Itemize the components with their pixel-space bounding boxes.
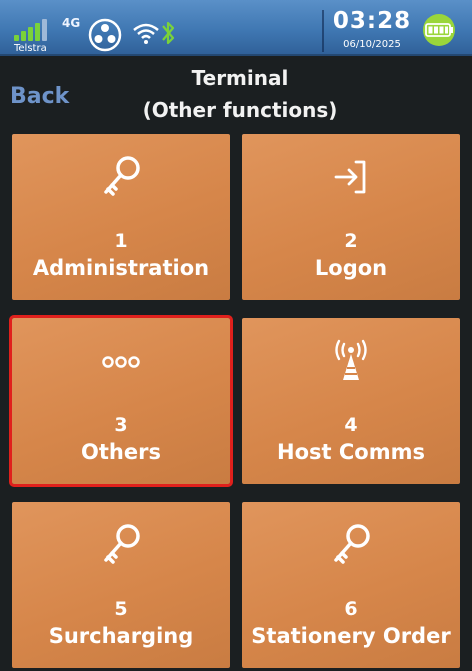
key-icon — [104, 524, 140, 564]
status-divider — [322, 10, 324, 52]
menu-tile-number: 3 — [114, 414, 128, 436]
menu-tile-logon[interactable]: 2 Logon — [242, 134, 460, 300]
signal-icon — [14, 19, 54, 41]
page-subtitle: (Other functions) — [142, 98, 338, 122]
key-icon — [334, 524, 370, 564]
date: 06/10/2025 — [343, 39, 401, 50]
more-icon — [102, 356, 140, 368]
battery-icon — [423, 14, 455, 46]
menu-tile-label: Administration — [32, 256, 210, 280]
key-icon — [104, 156, 140, 196]
page-title: Terminal — [191, 66, 289, 90]
menu-tile-number: 5 — [114, 598, 128, 620]
menu-tile-others[interactable]: 3 Others — [9, 315, 233, 487]
status-bar: 4G Telstra 03:28 06/10/2025 — [0, 0, 472, 56]
login-icon — [334, 160, 366, 194]
menu-tile-label: Stationery Order — [251, 624, 451, 648]
menu-tile-label: Host Comms — [277, 440, 425, 464]
menu-tile-number: 2 — [344, 230, 358, 252]
menu-tile-stationery-order[interactable]: 6 Stationery Order — [242, 502, 460, 668]
clock: 03:28 — [332, 8, 412, 34]
menu-tile-number: 4 — [344, 414, 358, 436]
back-button[interactable]: Back — [10, 84, 69, 109]
menu-tile-label: Logon — [314, 256, 388, 280]
menu-tile-administration[interactable]: 1 Administration — [12, 134, 230, 300]
menu-tile-surcharging[interactable]: 5 Surcharging — [12, 502, 230, 668]
menu-tile-number: 6 — [344, 598, 358, 620]
carrier-name: Telstra — [14, 43, 47, 54]
menu-tile-host-comms[interactable]: 4 Host Comms — [242, 318, 460, 484]
antenna-icon — [335, 339, 367, 380]
bluetooth-icon — [162, 21, 175, 45]
menu-tile-label: Others — [81, 440, 161, 464]
menu-tile-number: 1 — [114, 230, 128, 252]
wifi-icon — [133, 23, 159, 44]
nfc-icon — [88, 18, 122, 52]
menu-tile-label: Surcharging — [48, 624, 194, 648]
network-type: 4G — [62, 16, 81, 30]
